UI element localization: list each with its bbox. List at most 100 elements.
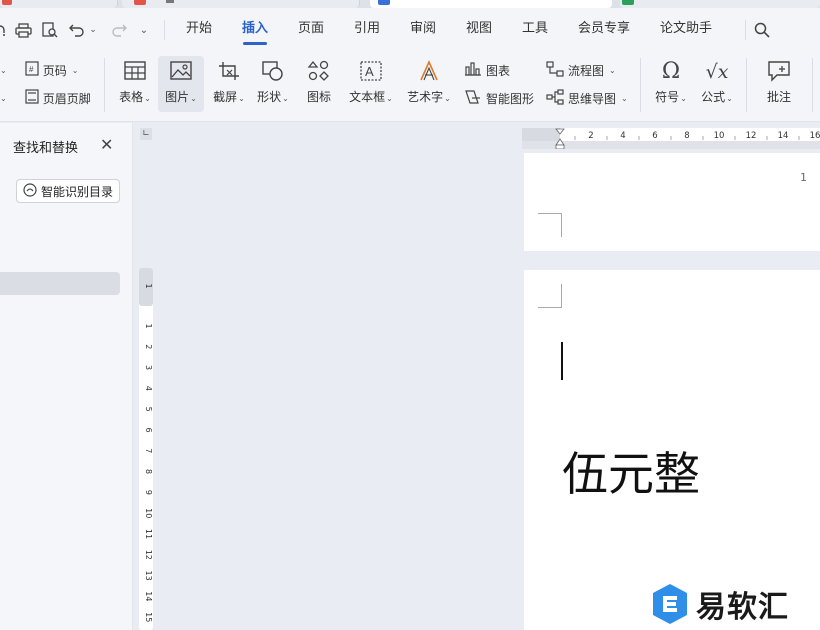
active-tab-indicator (243, 42, 267, 45)
smart-graphic-button[interactable]: 智能图形 (464, 88, 534, 108)
svg-text:A: A (365, 64, 374, 79)
tab-home[interactable]: 开始 (186, 20, 212, 38)
brand-logo-icon (653, 584, 687, 624)
ruler-tick-label: 10 (714, 131, 725, 141)
flowchart-button[interactable]: 流程图 ⌄ (546, 60, 616, 80)
table-icon (123, 60, 147, 86)
undo-icon[interactable] (68, 22, 86, 38)
svg-text:#: # (29, 65, 34, 74)
document-tab-1[interactable] (0, 0, 118, 8)
comment-button[interactable]: 批注 (754, 56, 804, 112)
formula-button[interactable]: √x 公式⌄ (692, 56, 742, 112)
vertical-ruler[interactable]: 1123456789101112131415 (138, 268, 154, 630)
menu-bar: ⌄ ⌄ 开始 插入 页面 引用 审阅 视图 工具 会员专享 论文助手 (0, 8, 820, 48)
ruler-tick-label: 10 (144, 508, 153, 518)
smart-toc-button[interactable]: 智能识别目录 (16, 179, 120, 203)
undo-dropdown-icon[interactable]: ⌄ (88, 22, 98, 38)
chevron-down-icon: ⌄ (444, 94, 451, 103)
panel-title: 查找和替换 (13, 141, 79, 156)
tab-insert[interactable]: 插入 (242, 20, 268, 38)
divider (745, 20, 746, 40)
mindmap-icon (546, 88, 564, 108)
ruler-tick-label: 6 (144, 427, 153, 432)
document-body-text[interactable]: 伍元整 (562, 446, 700, 502)
tab-references[interactable]: 引用 (354, 20, 380, 38)
horizontal-ruler[interactable]: 2 4 6 8 10 12 14 16 (522, 127, 820, 149)
chevron-down-icon: ⌄ (609, 65, 616, 75)
tab-tools[interactable]: 工具 (522, 20, 548, 38)
page-number: 1 (800, 171, 807, 184)
chevron-down-icon: ⌄ (282, 94, 289, 103)
ruler-tick-label: 6 (652, 131, 657, 141)
redo-icon[interactable] (110, 22, 128, 38)
unknown-partial-icon[interactable] (0, 22, 8, 38)
chevron-down-icon: ⌄ (386, 94, 393, 103)
ruler-tab-selector[interactable]: ∟ (140, 128, 152, 140)
icon-library-icon (307, 60, 331, 86)
close-icon[interactable]: ✕ (100, 137, 113, 153)
tab-review[interactable]: 审阅 (410, 20, 436, 38)
ruler-tick-label: 9 (144, 490, 153, 495)
chevron-down-icon: ⌄ (621, 93, 628, 103)
ruler-tick-label: 15 (144, 612, 153, 622)
square-root-icon: √x (705, 61, 729, 83)
margin-corner-mark (538, 213, 562, 237)
tab-view[interactable]: 视图 (466, 20, 492, 38)
document-page-2[interactable]: 伍元整 (524, 270, 820, 630)
ruler-tick-label: 1 (144, 283, 153, 288)
search-icon[interactable] (754, 22, 770, 38)
ruler-tick-label: 12 (144, 550, 153, 560)
chevron-down-icon: ⌄ (71, 65, 79, 75)
document-tab-2[interactable] (122, 0, 360, 8)
ruler-tick-label: 8 (144, 469, 153, 474)
find-replace-panel: 查找和替换 ✕ 智能识别目录 (0, 123, 133, 630)
chevron-down-icon: ⌄ (238, 94, 245, 103)
smart-recognize-icon (23, 182, 37, 200)
print-preview-icon[interactable] (40, 22, 58, 38)
header-footer-button[interactable]: ⌄ 页眉页脚 (0, 88, 91, 108)
ruler-tick-label: 16 (810, 131, 820, 141)
chart-button[interactable]: 图表 (464, 60, 510, 80)
icon-library-button[interactable]: 图标 (294, 56, 344, 112)
comment-icon (767, 60, 791, 86)
table-button[interactable]: 表格⌄ (110, 56, 160, 112)
ruler-tick-label: 4 (620, 131, 625, 141)
ruler-tick-label: 3 (144, 365, 153, 370)
panel-selected-item[interactable] (0, 272, 120, 295)
tab-thesis-assistant[interactable]: 论文助手 (660, 20, 712, 38)
picture-button[interactable]: 图片⌄ (158, 56, 204, 112)
screenshot-icon (217, 60, 241, 86)
ruler-tick-label: 8 (684, 131, 689, 141)
mindmap-button[interactable]: 思维导图 ⌄ (546, 88, 628, 108)
symbol-button[interactable]: Ω 符号⌄ (646, 56, 696, 112)
ruler-tick-label: 13 (144, 571, 153, 581)
page-number-button[interactable]: ⌄ # 页码 ⌄ (0, 60, 78, 80)
ruler-tick-label: 14 (144, 591, 153, 601)
divider (104, 58, 105, 112)
document-tab-active[interactable] (370, 0, 612, 8)
shape-button[interactable]: 形状⌄ (248, 56, 298, 112)
document-page-1[interactable]: 1 (524, 153, 820, 251)
textbox-icon: A (359, 60, 383, 86)
page-number-icon: # (25, 61, 39, 79)
ruler-tick-label: 14 (778, 131, 789, 141)
chevron-down-icon: ⌄ (726, 94, 733, 103)
ruler-tick-label: 12 (746, 131, 757, 141)
screenshot-button[interactable]: 截屏⌄ (204, 56, 254, 112)
wordart-icon (417, 60, 441, 86)
chevron-down-icon: ⌄ (190, 94, 197, 103)
insert-ribbon: ⌄ # 页码 ⌄ ⌄ 页眉页脚 表格⌄ 图片⌄ 截屏⌄ 形状⌄ 图标 A 文本框⌄… (0, 48, 820, 122)
textbox-button[interactable]: A 文本框⌄ (346, 56, 396, 112)
wordart-button[interactable]: 艺术字⌄ (404, 56, 454, 112)
divider (746, 58, 747, 112)
ruler-tick-label: 11 (144, 529, 153, 539)
divider (640, 58, 641, 112)
tab-page[interactable]: 页面 (298, 20, 324, 38)
chevron-down-icon: ⌄ (144, 94, 151, 103)
document-tab-strip (0, 0, 820, 8)
print-icon[interactable] (14, 22, 32, 38)
flowchart-icon (546, 60, 564, 80)
document-tab-4[interactable] (620, 0, 820, 8)
more-dropdown-icon[interactable]: ⌄ (138, 22, 150, 38)
tab-member[interactable]: 会员专享 (578, 20, 630, 38)
